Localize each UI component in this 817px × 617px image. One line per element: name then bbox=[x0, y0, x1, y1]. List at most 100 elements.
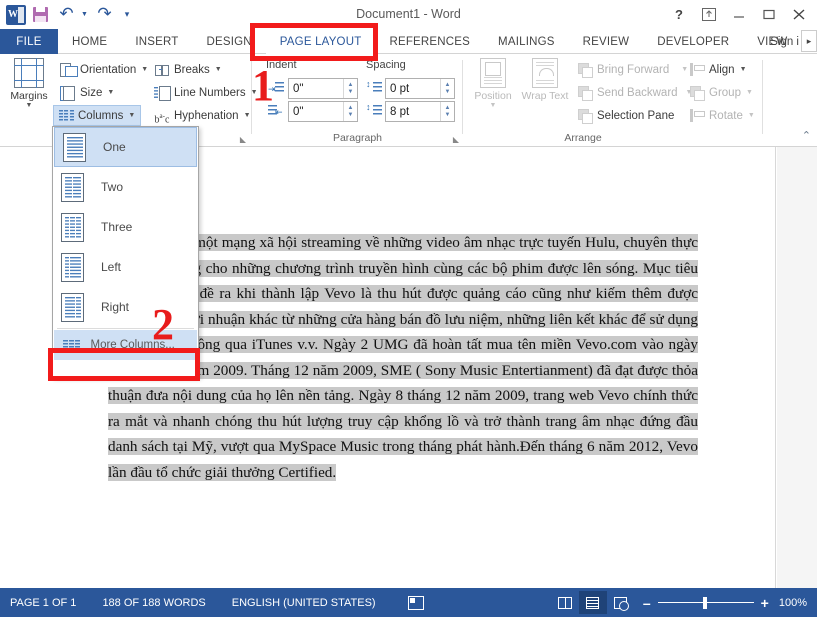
send-backward-icon bbox=[577, 85, 593, 101]
proofing-errors-icon[interactable] bbox=[402, 591, 430, 614]
chevron-down-icon: ▼ bbox=[107, 89, 114, 96]
columns-icon bbox=[58, 108, 74, 124]
ribbon-display-options-icon[interactable] bbox=[695, 4, 723, 25]
align-icon bbox=[689, 62, 705, 78]
margins-caret-icon: ▼ bbox=[26, 102, 33, 109]
read-mode-icon[interactable] bbox=[551, 591, 579, 614]
orientation-button[interactable]: Orientation ▼ bbox=[56, 59, 152, 80]
columns-option-one[interactable]: One bbox=[54, 127, 197, 167]
tab-references[interactable]: REFERENCES bbox=[375, 29, 484, 54]
left-column-icon bbox=[61, 253, 84, 282]
line-numbers-icon bbox=[154, 85, 170, 101]
chevron-down-icon: ▼ bbox=[746, 89, 753, 96]
margins-label: Margins bbox=[10, 90, 47, 102]
tab-review[interactable]: REVIEW bbox=[569, 29, 644, 54]
hyphenation-button[interactable]: ba-c Hyphenation ▼ bbox=[150, 105, 255, 126]
group-arrange: Position ▼ Wrap Text Bring Forward ▼ Sen… bbox=[463, 54, 763, 147]
spacing-after-input[interactable]: 8 pt ▲▼ bbox=[385, 101, 455, 122]
columns-button[interactable]: Columns ▼ bbox=[53, 105, 141, 126]
columns-option-right[interactable]: Right bbox=[53, 287, 198, 327]
annotation-number-1: 1 bbox=[252, 64, 274, 108]
zoom-out-button[interactable]: – bbox=[643, 596, 651, 610]
language-indicator[interactable]: ENGLISH (UNITED STATES) bbox=[232, 597, 376, 609]
one-column-icon bbox=[63, 133, 86, 162]
vertical-scrollbar[interactable] bbox=[777, 147, 817, 588]
indent-left-input[interactable]: 0" ▲▼ bbox=[288, 78, 358, 99]
page-count[interactable]: PAGE 1 OF 1 bbox=[10, 597, 76, 609]
bring-forward-button[interactable]: Bring Forward ▼ bbox=[573, 59, 692, 80]
tab-file[interactable]: FILE bbox=[0, 29, 58, 54]
rotate-icon bbox=[689, 108, 705, 124]
ribbon-tab-bar: FILE HOME INSERT DESIGN PAGE LAYOUT REFE… bbox=[0, 29, 817, 54]
rotate-button[interactable]: Rotate ▼ bbox=[685, 105, 759, 126]
breaks-button[interactable]: Breaks ▼ bbox=[150, 59, 226, 80]
spacing-before-value: 0 pt bbox=[390, 83, 409, 95]
sign-in-link[interactable]: Sign i bbox=[770, 29, 799, 54]
indent-right-spinner[interactable]: ▲▼ bbox=[343, 102, 357, 121]
spacing-after-icon: ↕ bbox=[366, 103, 382, 119]
indent-right-input[interactable]: 0" ▲▼ bbox=[288, 101, 358, 122]
tab-mailings[interactable]: MAILINGS bbox=[484, 29, 569, 54]
word-count[interactable]: 188 OF 188 WORDS bbox=[102, 597, 205, 609]
restore-icon[interactable] bbox=[755, 4, 783, 25]
print-layout-icon[interactable] bbox=[579, 591, 607, 614]
tab-home[interactable]: HOME bbox=[58, 29, 121, 54]
chevron-down-icon: ▼ bbox=[128, 112, 135, 119]
title-bar: W ↶ ▼ ↷ ▾ Document1 - Word ? bbox=[0, 0, 817, 29]
size-icon bbox=[60, 85, 76, 101]
close-icon[interactable] bbox=[785, 4, 813, 25]
position-button[interactable]: Position ▼ bbox=[467, 58, 519, 109]
right-column-icon bbox=[61, 293, 84, 322]
spacing-before-spinner[interactable]: ▲▼ bbox=[440, 79, 454, 98]
three-column-icon bbox=[61, 213, 84, 242]
zoom-in-button[interactable]: + bbox=[761, 596, 769, 610]
spacing-after-spinner[interactable]: ▲▼ bbox=[440, 102, 454, 121]
paragraph-dialog-launcher[interactable]: ◣ bbox=[453, 135, 459, 144]
selection-pane-button[interactable]: Selection Pane bbox=[573, 105, 678, 126]
chevron-down-icon: ▼ bbox=[215, 66, 222, 73]
columns-option-left[interactable]: Left bbox=[53, 247, 198, 287]
size-button[interactable]: Size ▼ bbox=[56, 82, 118, 103]
tab-page-layout[interactable]: PAGE LAYOUT bbox=[266, 29, 376, 54]
columns-option-three[interactable]: Three bbox=[53, 207, 198, 247]
spacing-after-value: 8 pt bbox=[390, 106, 409, 118]
page-setup-dialog-launcher[interactable]: ◣ bbox=[240, 135, 246, 144]
line-numbers-button[interactable]: Line Numbers ▼ bbox=[150, 82, 262, 103]
zoom-slider-thumb[interactable] bbox=[703, 597, 707, 609]
tab-developer[interactable]: DEVELOPER bbox=[643, 29, 743, 54]
expand-tabs-icon[interactable]: ▸ bbox=[801, 30, 817, 52]
tab-design[interactable]: DESIGN bbox=[192, 29, 265, 54]
align-button[interactable]: Align ▼ bbox=[685, 59, 751, 80]
margins-button[interactable]: Margins ▼ bbox=[3, 58, 55, 109]
breaks-icon bbox=[154, 62, 170, 78]
margins-icon bbox=[14, 58, 44, 88]
orientation-icon bbox=[60, 62, 76, 78]
chevron-down-icon: ▼ bbox=[748, 112, 755, 119]
position-icon bbox=[480, 58, 506, 88]
status-bar: PAGE 1 OF 1 188 OF 188 WORDS ENGLISH (UN… bbox=[0, 588, 817, 617]
help-icon[interactable]: ? bbox=[665, 4, 693, 25]
tab-insert[interactable]: INSERT bbox=[121, 29, 192, 54]
columns-option-two[interactable]: Two bbox=[53, 167, 198, 207]
hyphenation-icon: ba-c bbox=[154, 108, 170, 124]
send-backward-button[interactable]: Send Backward ▼ bbox=[573, 82, 696, 103]
bring-forward-icon bbox=[577, 62, 593, 78]
web-layout-icon[interactable] bbox=[607, 591, 635, 614]
chevron-down-icon: ▼ bbox=[740, 66, 747, 73]
wrap-text-button[interactable]: Wrap Text bbox=[519, 58, 571, 102]
spacing-header: Spacing bbox=[366, 59, 406, 71]
spacing-before-input[interactable]: 0 pt ▲▼ bbox=[385, 78, 455, 99]
more-columns-menu-item[interactable]: More Columns... bbox=[54, 330, 197, 360]
paragraph-group-label: Paragraph bbox=[252, 132, 463, 144]
collapse-ribbon-icon[interactable]: ⌃ bbox=[802, 129, 811, 142]
indent-left-spinner[interactable]: ▲▼ bbox=[343, 79, 357, 98]
minimize-icon[interactable] bbox=[725, 4, 753, 25]
spacing-before-icon: ↕ bbox=[366, 80, 382, 96]
zoom-level[interactable]: 100% bbox=[779, 597, 807, 609]
group-button[interactable]: Group ▼ bbox=[685, 82, 757, 103]
two-column-icon bbox=[61, 173, 84, 202]
selection-pane-icon bbox=[577, 108, 593, 124]
window-controls: ? bbox=[665, 4, 813, 25]
group-paragraph: Indent Spacing ⇥ 0" ▲▼ ⇤ 0" ▲▼ ↕ 0 pt ▲▼ bbox=[252, 54, 463, 147]
zoom-slider[interactable] bbox=[658, 602, 754, 603]
